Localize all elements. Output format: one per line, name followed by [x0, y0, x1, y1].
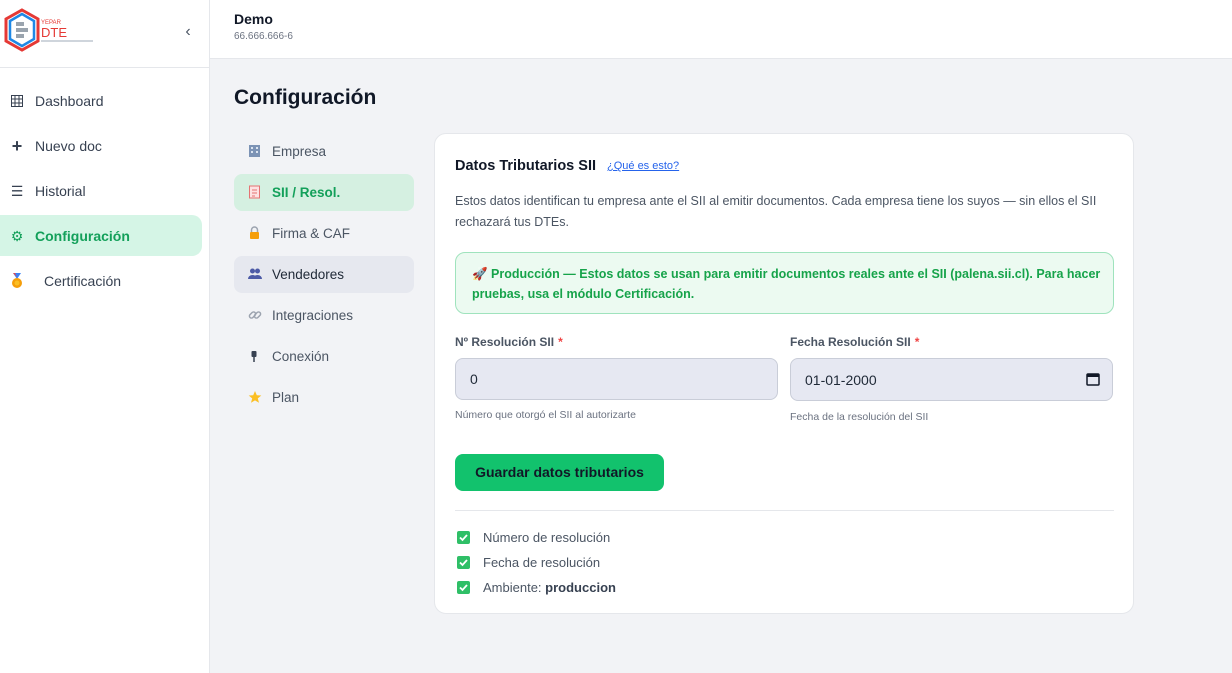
resolution-date-label: Fecha Resolución SII * [790, 335, 919, 349]
checkbox-checked-icon [457, 581, 470, 594]
production-alert: 🚀 Producción — Estos datos se usan para … [455, 252, 1114, 314]
chevron-left-icon: ‹ [185, 23, 191, 40]
sidebar-item-certificacion[interactable]: Certificación [0, 260, 202, 301]
sidebar-item-nuevo-doc[interactable]: + Nuevo doc [0, 125, 202, 166]
sidebar-item-label: Dashboard [35, 92, 104, 109]
environment-prefix: Ambiente: [483, 580, 542, 595]
submenu-item-label: Integraciones [272, 308, 354, 323]
star-icon [248, 390, 262, 404]
sidebar-item-configuracion[interactable]: ⚙ Configuración [0, 215, 202, 256]
tab-integraciones[interactable]: Integraciones [234, 297, 414, 334]
checkbox-checked-icon [457, 531, 470, 544]
resolution-date-input[interactable]: 01-01-2000 [790, 358, 1113, 401]
environment-value: produccion [545, 580, 616, 595]
app-logo[interactable]: YEPAR DTE [4, 8, 96, 54]
resolution-number-hint: Número que otorgó el SII al autorizarte [455, 409, 636, 421]
resolution-date-hint: Fecha de la resolución del SII [790, 411, 929, 423]
sidebar-item-label: Certificación [44, 272, 122, 289]
plus-icon: + [11, 135, 23, 156]
lock-icon [248, 226, 262, 240]
tab-plan[interactable]: Plan [234, 379, 414, 416]
link-icon [248, 308, 262, 322]
required-mark: * [914, 335, 920, 349]
input-value: 0 [470, 371, 478, 387]
logo-bar: YEPAR DTE ‹ [0, 0, 209, 68]
top-header: Demo 66.666.666-6 [210, 0, 1232, 59]
required-mark: * [558, 335, 563, 349]
tab-conexion[interactable]: Conexión [234, 338, 414, 375]
input-value: 01-01-2000 [805, 371, 877, 388]
main-nav: Dashboard + Nuevo doc ☰ Historial ⚙ Conf… [0, 80, 210, 305]
calendar-icon[interactable] [1086, 372, 1100, 386]
gear-icon: ⚙ [10, 227, 24, 244]
submenu-item-label: Empresa [272, 144, 327, 159]
sidebar-item-label: Historial [35, 182, 86, 199]
sidebar-item-dashboard[interactable]: Dashboard [0, 80, 202, 121]
tab-vendedores[interactable]: Vendedores [234, 256, 414, 293]
sidebar: YEPAR DTE ‹ Dashboard + Nuevo doc ☰ Hist… [0, 0, 210, 673]
grid-icon [10, 93, 24, 109]
checklist-label: Fecha de resolución [483, 555, 601, 570]
divider [455, 510, 1114, 511]
submenu-item-label: SII / Resol. [272, 185, 341, 200]
plug-icon [248, 349, 262, 363]
sidebar-item-label: Nuevo doc [35, 137, 102, 154]
sidebar-item-historial[interactable]: ☰ Historial [0, 170, 202, 211]
label-text: Fecha Resolución SII [790, 335, 911, 349]
checklist-label: Ambiente: produccion [483, 580, 616, 595]
medal-icon [10, 272, 24, 289]
list-icon: ☰ [10, 182, 24, 199]
collapse-sidebar-button[interactable]: ‹ [180, 22, 196, 42]
help-link[interactable]: ¿Qué es esto? [607, 160, 679, 172]
logo-text: DTE [41, 25, 67, 40]
sidebar-item-label: Configuración [35, 227, 130, 244]
sii-settings-card: Datos Tributarios SII ¿Qué es esto? Esto… [434, 133, 1134, 614]
company-rut: 66.666.666-6 [234, 31, 293, 42]
building-icon [248, 144, 262, 158]
submenu-item-label: Firma & CAF [272, 226, 351, 241]
tab-empresa[interactable]: Empresa [234, 133, 414, 170]
submenu-item-label: Plan [272, 390, 300, 405]
company-name: Demo [234, 11, 273, 27]
users-icon [248, 267, 262, 281]
submenu-item-label: Conexión [272, 349, 330, 364]
save-tax-data-button[interactable]: Guardar datos tributarios [455, 454, 664, 491]
settings-submenu: Empresa SII / Resol. Firma & CAF Vendedo… [234, 133, 414, 420]
card-title: Datos Tributarios SII [455, 158, 596, 174]
label-text: Nº Resolución SII [455, 335, 555, 349]
checklist-label: Número de resolución [483, 530, 611, 545]
resolution-number-input[interactable]: 0 [455, 358, 778, 400]
page-title: Configuración [234, 86, 377, 109]
document-icon [248, 185, 262, 199]
tab-firma-caf[interactable]: Firma & CAF [234, 215, 414, 252]
submenu-item-label: Vendedores [272, 267, 345, 282]
tab-sii-resol[interactable]: SII / Resol. [234, 174, 414, 211]
card-description: Estos datos identifican tu empresa ante … [455, 194, 1097, 229]
checkbox-checked-icon [457, 556, 470, 569]
alert-text: 🚀 Producción — Estos datos se usan para … [472, 267, 1101, 301]
resolution-number-label: Nº Resolución SII * [455, 335, 563, 349]
